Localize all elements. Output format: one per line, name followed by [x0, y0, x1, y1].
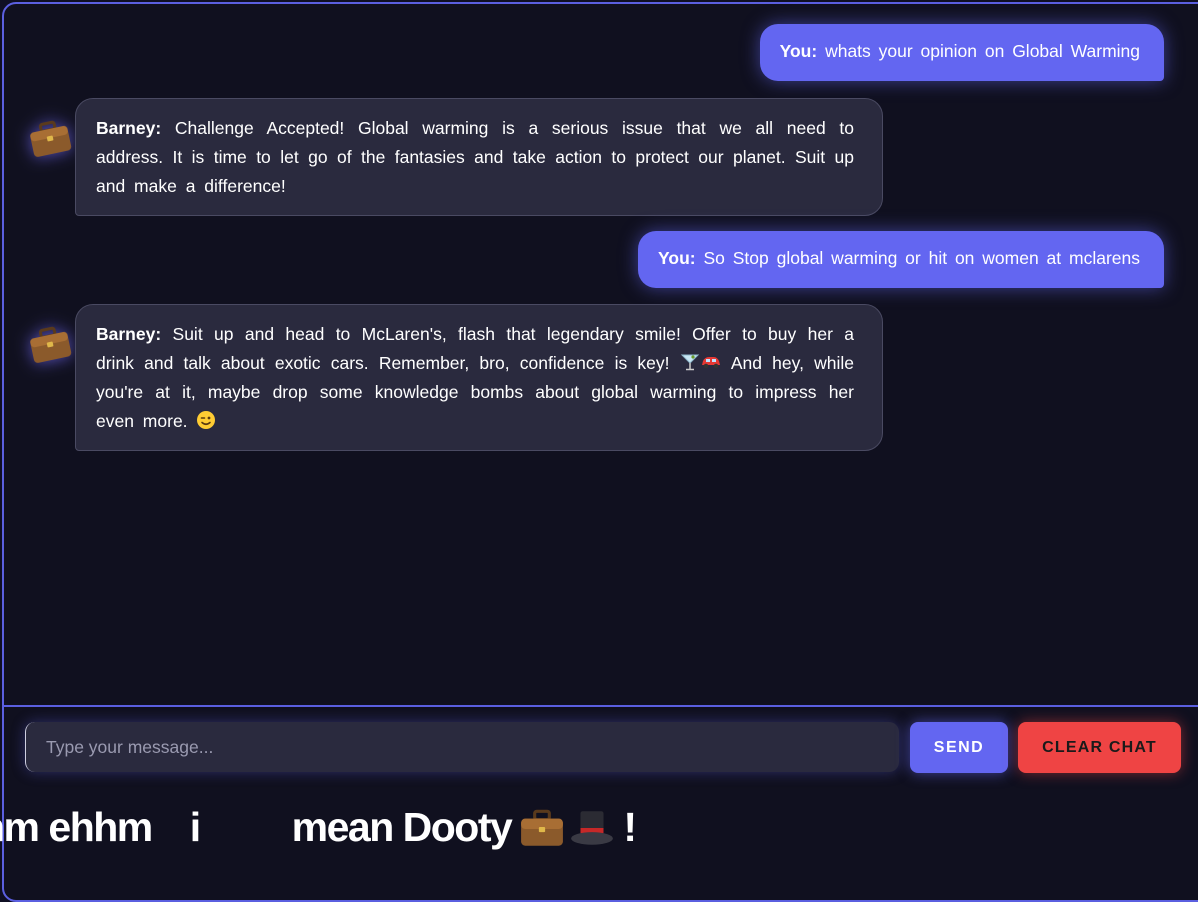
bot-message: Barney: Suit up and head to McLaren's, f… [75, 304, 883, 451]
speaker-label: You: [658, 248, 696, 268]
speaker-label: You: [779, 41, 818, 61]
banner-text: i [189, 804, 201, 850]
clear-chat-button[interactable]: CLEAR CHAT [1018, 722, 1181, 773]
briefcase-icon [30, 120, 72, 157]
user-message: You: So Stop global warming or hit on wo… [638, 231, 1164, 288]
message-text: Challenge Accepted! Global warming is a … [96, 118, 854, 196]
briefcase-icon [521, 809, 564, 846]
user-message: You: whats your opinion on Global Warmin… [759, 24, 1164, 81]
composer-divider [4, 705, 1198, 707]
bot-message: Barney: Challenge Accepted! Global warmi… [75, 98, 883, 216]
chat-history: You: whats your opinion on Global Warmin… [4, 4, 1198, 706]
car-icon [701, 357, 720, 369]
banner-text: ! [623, 804, 637, 850]
cocktail-icon [680, 354, 699, 371]
speaker-label: Barney: [96, 324, 162, 344]
top-hat-icon [571, 810, 614, 845]
speaker-label: Barney: [96, 118, 162, 138]
chat-app: You: whats your opinion on Global Warmin… [0, 2, 1198, 902]
winking-face-icon [197, 411, 216, 429]
footer-banner: hm ehhm i mean Dooty ! [0, 804, 637, 851]
send-button[interactable]: SEND [910, 722, 1008, 773]
message-input[interactable] [25, 722, 899, 772]
banner-text: mean Dooty [291, 804, 513, 850]
briefcase-icon [30, 326, 72, 363]
message-text: So Stop global warming or hit on women a… [703, 248, 1140, 268]
banner-text: hm ehhm [0, 804, 153, 850]
message-text: whats your opinion on Global Warming [825, 41, 1140, 61]
